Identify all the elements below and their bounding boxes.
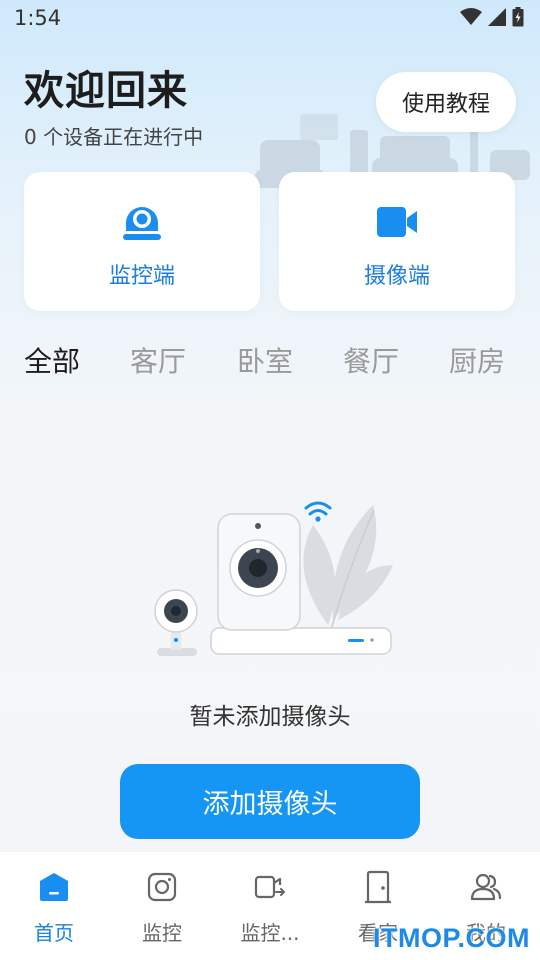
monitor-camera-icon [121, 200, 163, 244]
nav-item-monitor-switch[interactable]: 监控... [216, 852, 324, 960]
tab-living-room[interactable]: 客厅 [130, 340, 186, 380]
tutorial-button[interactable]: 使用教程 [376, 72, 516, 132]
camera-mode-label: 摄像端 [363, 264, 430, 289]
signal-icon [488, 8, 506, 26]
nav-item-home[interactable]: 首页 [0, 852, 108, 960]
site-watermark: ITMOP.COM [372, 923, 530, 953]
video-switch-icon [254, 870, 286, 904]
tab-kitchen[interactable]: 厨房 [449, 340, 505, 380]
monitor-mode-label: 监控端 [108, 264, 175, 289]
camera-mode-card[interactable]: 摄像端 [279, 172, 515, 311]
wifi-icon [460, 8, 482, 26]
device-status-text: 0 个设备正在进行中 [24, 125, 204, 149]
page-title: 欢迎回来 [24, 68, 188, 114]
status-icons [460, 7, 524, 27]
nav-label-home: 首页 [34, 921, 74, 945]
users-icon [470, 870, 502, 904]
empty-state-message: 暂未添加摄像头 [189, 704, 351, 730]
tab-all[interactable]: 全部 [24, 340, 80, 380]
room-tabs: 全部 客厅 卧室 餐厅 厨房 [0, 340, 540, 384]
tab-bedroom[interactable]: 卧室 [237, 340, 293, 380]
monitor-mode-card[interactable]: 监控端 [24, 172, 260, 311]
video-camera-icon [376, 200, 418, 244]
add-camera-button[interactable]: 添加摄像头 [120, 764, 420, 839]
home-icon [39, 870, 69, 904]
status-bar: 1:54 [0, 0, 540, 36]
camera-icon [147, 870, 177, 904]
status-time: 1:54 [14, 6, 62, 30]
nav-item-monitor[interactable]: 监控 [108, 852, 216, 960]
nav-label-monitor: 监控 [142, 921, 182, 945]
battery-icon [512, 7, 524, 27]
empty-camera-illustration [154, 501, 393, 656]
door-icon [363, 870, 393, 904]
tab-dining-room[interactable]: 餐厅 [343, 340, 399, 380]
nav-label-monitor-switch: 监控... [240, 921, 300, 945]
